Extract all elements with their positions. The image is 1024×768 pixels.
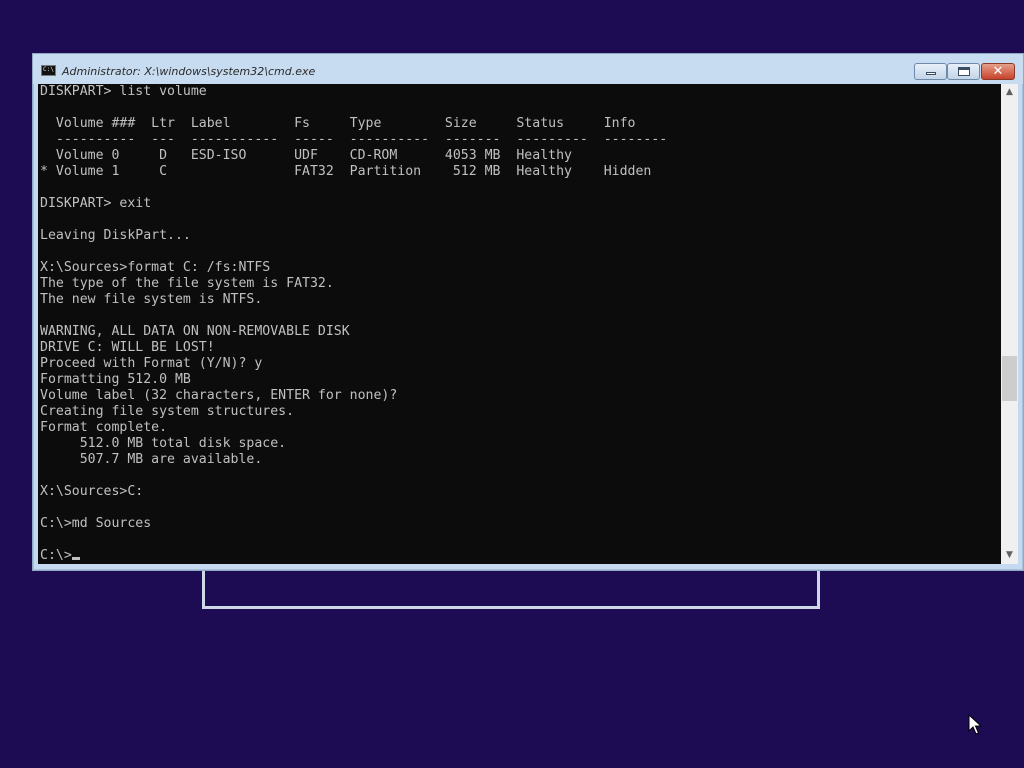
console-line: * Volume 1 C FAT32 Partition 512 MB Heal…	[40, 164, 652, 179]
console-line: C:\>	[40, 548, 667, 564]
cmd-icon[interactable]: C:\	[41, 65, 56, 76]
cmd-icon-label: C:\	[43, 66, 54, 73]
text-cursor	[71, 557, 80, 560]
console-line: Formatting 512.0 MB	[40, 372, 191, 387]
console-line: Proceed with Format (Y/N)? y	[40, 356, 263, 371]
scroll-up-arrow-icon[interactable]: ▲	[1001, 84, 1018, 101]
console-line: C:\>md Sources	[40, 516, 152, 531]
console-line: Creating file system structures.	[40, 404, 295, 419]
scroll-down-arrow-icon[interactable]: ▼	[1001, 547, 1018, 564]
console-line: Volume 0 D ESD-ISO UDF CD-ROM 4053 MB He…	[40, 148, 572, 163]
restore-icon	[948, 64, 979, 79]
vertical-scrollbar[interactable]: ▲ ▼	[1001, 84, 1018, 564]
console-line: The type of the file system is FAT32.	[40, 276, 334, 291]
console-line: Volume label (32 characters, ENTER for n…	[40, 388, 398, 403]
desktop: C:\ Administrator: X:\windows\system32\c…	[0, 0, 1024, 768]
console-output[interactable]: DISKPART> list volume Volume ### Ltr Lab…	[38, 84, 1001, 564]
console-line: DRIVE C: WILL BE LOST!	[40, 340, 215, 355]
close-button[interactable]: ✕	[981, 63, 1015, 80]
console-text: DISKPART> list volume Volume ### Ltr Lab…	[40, 84, 667, 564]
console-line: Leaving DiskPart...	[40, 228, 191, 243]
console-line: The new file system is NTFS.	[40, 292, 263, 307]
console-line: DISKPART> list volume	[40, 84, 207, 99]
scroll-thumb[interactable]	[1002, 356, 1017, 401]
title-bar[interactable]: C:\ Administrator: X:\windows\system32\c…	[33, 54, 1023, 84]
minimize-icon	[915, 64, 946, 79]
window-title: Administrator: X:\windows\system32\cmd.e…	[62, 65, 316, 78]
restore-button[interactable]	[947, 63, 980, 80]
console-line: Format complete.	[40, 420, 168, 435]
console-line: X:\Sources>C:	[40, 484, 144, 499]
close-icon: ✕	[992, 64, 1004, 79]
console-line: DISKPART> exit	[40, 196, 152, 211]
cmd-window[interactable]: C:\ Administrator: X:\windows\system32\c…	[32, 53, 1024, 571]
console-line: ---------- --- ----------- ----- -------…	[40, 132, 668, 147]
console-line: WARNING, ALL DATA ON NON-REMOVABLE DISK	[40, 324, 350, 339]
console-line: 512.0 MB total disk space.	[40, 436, 287, 451]
mouse-pointer-icon	[968, 714, 982, 735]
console-line: Volume ### Ltr Label Fs Type Size Status…	[40, 116, 636, 131]
console-line: X:\Sources>format C: /fs:NTFS	[40, 260, 271, 275]
console-line: 507.7 MB are available.	[40, 452, 263, 467]
minimize-button[interactable]	[914, 63, 947, 80]
